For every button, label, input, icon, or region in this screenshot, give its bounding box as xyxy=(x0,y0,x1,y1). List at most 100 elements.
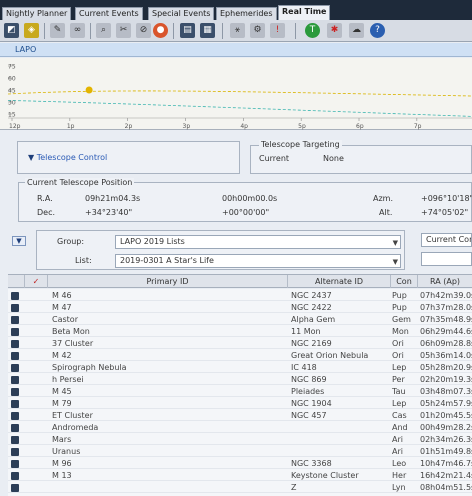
table-row[interactable]: 37 Cluster NGC 2169 Ori 06h09m28.8s xyxy=(8,339,472,349)
tab-ephemerides[interactable]: Ephemerides xyxy=(216,7,277,20)
table-row[interactable]: Beta Mon 11 Mon Mon 06h29m44.6s xyxy=(8,327,472,337)
alt-value: +74°05'02" xyxy=(421,208,469,217)
object-type-icon xyxy=(11,472,19,480)
ra-value: 09h21m04.3s xyxy=(85,194,141,203)
weather-icon[interactable]: ☁ xyxy=(349,23,364,38)
x-tick-label: 7p xyxy=(414,123,422,130)
help-icon[interactable]: ? xyxy=(370,23,385,38)
primary-id-header[interactable]: Primary ID xyxy=(48,275,288,288)
ra-offset-value: 00h00m00.0s xyxy=(222,194,278,203)
list-icon[interactable]: ▤ xyxy=(180,23,195,38)
alternate-id-cell: NGC 2437 xyxy=(291,291,332,300)
link-icon[interactable]: ⊘ xyxy=(136,23,151,38)
constellation-select[interactable]: Current Con xyxy=(421,233,472,247)
telescope-targeting-panel: Telescope Targeting Current None xyxy=(250,140,472,174)
collapse-filters-button[interactable]: ▼ xyxy=(12,236,26,246)
tab-real-time[interactable]: Real Time xyxy=(278,5,331,20)
check-column-header[interactable]: ✓ xyxy=(25,275,48,288)
flag-icon[interactable]: ✱ xyxy=(327,23,342,38)
ra-cell: 06h29m44.6s xyxy=(420,327,472,336)
telescope-control-toggle[interactable]: ▼ Telescope Control xyxy=(28,153,107,162)
object-type-icon xyxy=(11,400,19,408)
con-cell: Ori xyxy=(392,339,404,348)
pen-icon[interactable]: ✎ xyxy=(50,23,65,38)
table-row[interactable]: M 42 Great Orion Nebula Ori 05h36m14.0s xyxy=(8,351,472,361)
object-type-icon xyxy=(11,484,19,492)
object-type-icon xyxy=(11,412,19,420)
telescope-icon[interactable]: ◩ xyxy=(4,23,19,38)
con-cell: Tau xyxy=(392,387,406,396)
alternate-id-cell: Z xyxy=(291,483,297,492)
tab-bar: Nightly Planner Current Events Special E… xyxy=(0,0,472,20)
tools-icon[interactable]: ✂ xyxy=(116,23,131,38)
scope-icon[interactable]: ⚹ xyxy=(230,23,245,38)
object-type-icon xyxy=(11,292,19,300)
moon-altitude-line xyxy=(7,100,472,117)
alert-icon[interactable]: ! xyxy=(270,23,285,38)
x-tick-label: 4p xyxy=(240,123,248,130)
ra-cell: 10h47m46.7s xyxy=(420,459,472,468)
secondary-select[interactable] xyxy=(421,252,472,266)
altitude-chart-svg: 756045301512p 1p 2p 3p 4p 5p 6p 7p xyxy=(7,64,472,130)
primary-id-cell: Beta Mon xyxy=(52,327,90,336)
y-tick-label: 60 xyxy=(8,76,16,83)
primary-id-cell: M 46 xyxy=(52,291,72,300)
find-icon[interactable]: ⌕ xyxy=(96,23,111,38)
go-icon[interactable]: T xyxy=(305,23,320,38)
group-select[interactable]: LAPO 2019 Lists ▼ xyxy=(115,235,401,249)
x-tick-label: 1p xyxy=(67,123,75,130)
dec-offset-value: +00°00'00" xyxy=(222,208,270,217)
gear-icon[interactable]: ⚙ xyxy=(250,23,265,38)
x-tick-label: 2p xyxy=(125,123,133,130)
list-select[interactable]: 2019-0301 A Star's Life ▼ xyxy=(115,254,401,268)
object-altitude-line xyxy=(7,90,472,97)
target-icon[interactable]: ◈ xyxy=(24,23,39,38)
table-row[interactable]: M 47 NGC 2422 Pup 07h37m28.0s xyxy=(8,303,472,313)
alternate-id-cell: NGC 869 xyxy=(291,375,327,384)
tab-special-events[interactable]: Special Events xyxy=(148,7,215,20)
chevron-down-icon: ▼ xyxy=(392,258,398,266)
ra-cell: 05h24m57.9s xyxy=(420,399,472,408)
object-type-icon xyxy=(11,316,19,324)
alternate-id-cell: NGC 457 xyxy=(291,411,327,420)
con-cell: Pup xyxy=(392,291,407,300)
ra-cell: 02h34m26.3s xyxy=(420,435,472,444)
stop-icon[interactable]: ● xyxy=(153,23,168,38)
toolbar-separator xyxy=(295,23,296,39)
ra-cell: 16h42m21.4s xyxy=(420,471,472,480)
table-row[interactable]: ET Cluster NGC 457 Cas 01h20m45.5s xyxy=(8,411,472,421)
group-value: LAPO 2019 Lists xyxy=(120,237,185,246)
x-tick-label: 12p xyxy=(9,123,21,130)
table-row[interactable]: M 13 Keystone Cluster Her 16h42m21.4s xyxy=(8,471,472,481)
table-row[interactable]: M 96 NGC 3368 Leo 10h47m46.7s xyxy=(8,459,472,469)
con-cell: Pup xyxy=(392,303,407,312)
table-row[interactable]: M 46 NGC 2437 Pup 07h42m39.0s xyxy=(8,291,472,301)
ra-header[interactable]: RA (Ap) xyxy=(418,275,472,288)
binoculars-icon[interactable]: ∞ xyxy=(70,23,85,38)
alternate-id-header[interactable]: Alternate ID xyxy=(288,275,391,288)
con-header[interactable]: Con xyxy=(391,275,418,288)
primary-id-cell: h Persei xyxy=(52,375,84,384)
con-cell: Ari xyxy=(392,435,403,444)
current-target-value: None xyxy=(323,154,344,163)
ra-cell: 01h51m49.8s xyxy=(420,447,472,456)
con-cell: Ori xyxy=(392,351,404,360)
tab-nightly-planner[interactable]: Nightly Planner xyxy=(2,7,72,20)
tab-current-events[interactable]: Current Events xyxy=(75,7,143,20)
table-row[interactable]: Mars Ari 02h34m26.3s xyxy=(8,435,472,445)
table-row[interactable]: Z Lyn 08h04m51.5s xyxy=(8,483,472,493)
current-position-marker xyxy=(85,86,93,94)
primary-id-cell: Uranus xyxy=(52,447,81,456)
grid-icon[interactable]: ▦ xyxy=(200,23,215,38)
triangle-down-icon: ▼ xyxy=(28,153,35,162)
table-row[interactable]: Castor Alpha Gem Gem 07h35m48.9s xyxy=(8,315,472,325)
table-row[interactable]: M 79 NGC 1904 Lep 05h24m57.9s xyxy=(8,399,472,409)
azm-value: +096°10'18" xyxy=(421,194,472,203)
table-row[interactable]: M 45 Pleiades Tau 03h48m07.3s xyxy=(8,387,472,397)
object-type-icon xyxy=(11,424,19,432)
constellation-value: Current Con xyxy=(426,235,472,244)
table-row[interactable]: h Persei NGC 869 Per 02h20m19.3s xyxy=(8,375,472,385)
table-row[interactable]: Uranus Ari 01h51m49.8s xyxy=(8,447,472,457)
table-row[interactable]: Spirograph Nebula IC 418 Lep 05h28m20.9s xyxy=(8,363,472,373)
table-row[interactable]: Andromeda And 00h49m28.2s xyxy=(8,423,472,433)
